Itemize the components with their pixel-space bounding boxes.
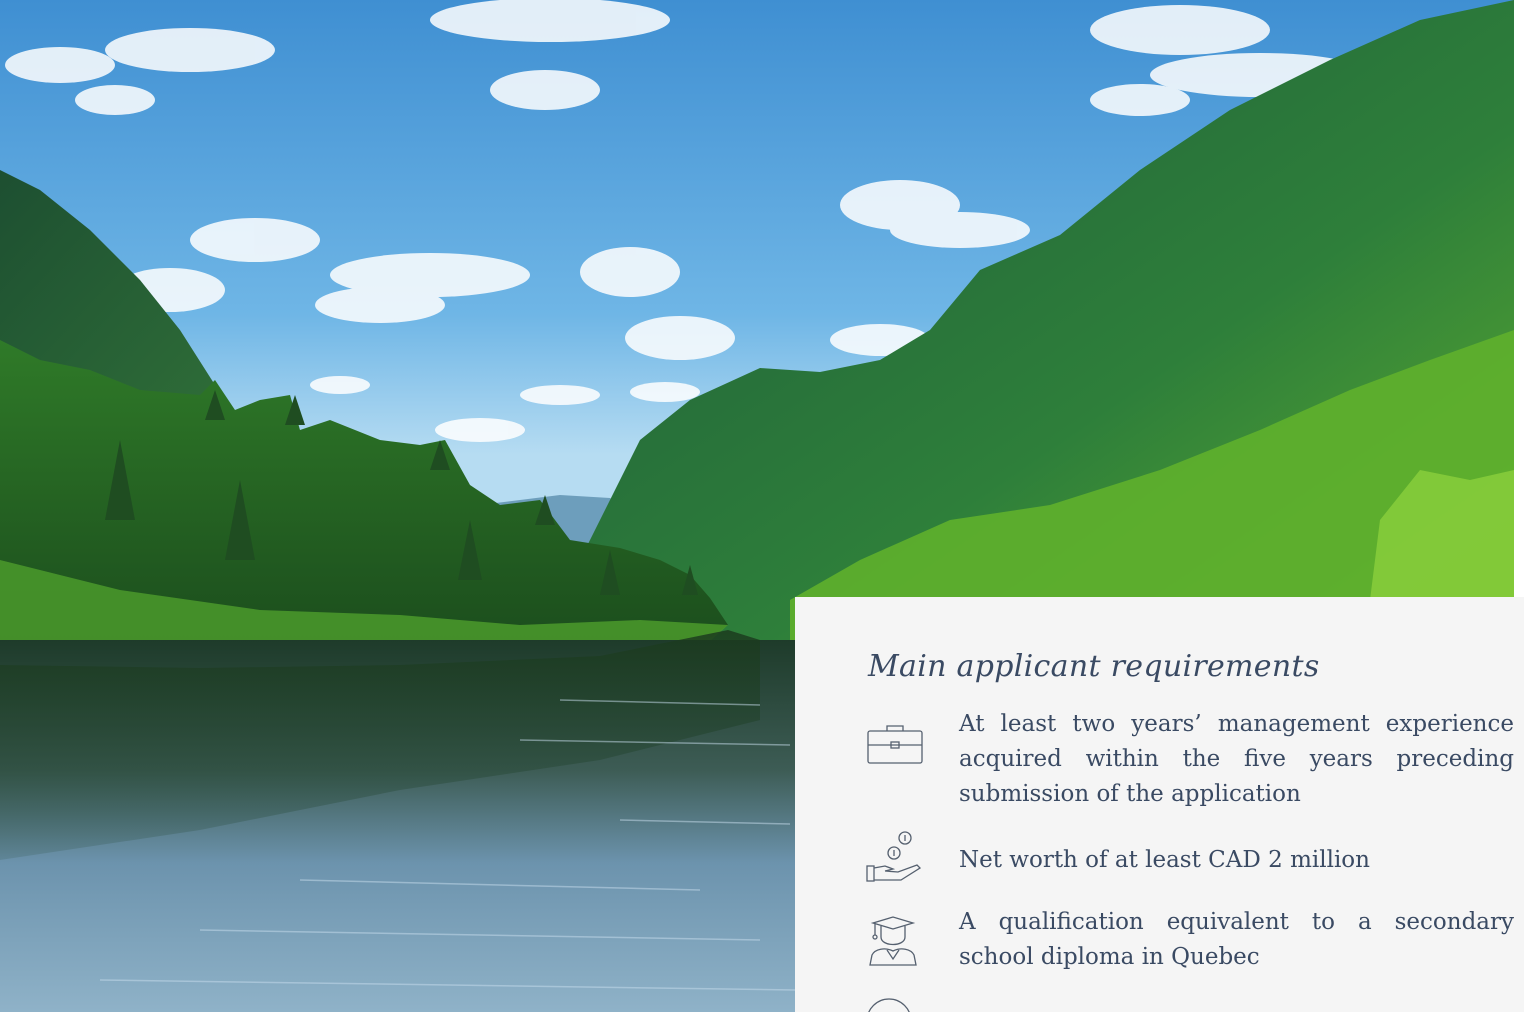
- requirements-panel: Main applicant requirements At least two…: [795, 597, 1524, 1012]
- panel-title: Main applicant requirements: [868, 649, 1320, 684]
- requirement-text: At least two years’ management experienc…: [959, 711, 1514, 807]
- circle-icon: [865, 997, 925, 1012]
- requirement-text: Net worth of at least CAD 2 million: [959, 847, 1370, 873]
- hand-coins-icon: [865, 830, 925, 884]
- briefcase-icon: [865, 715, 925, 769]
- requirement-text: A qualification equivalent to a secondar…: [959, 909, 1514, 970]
- graduate-icon: [865, 913, 925, 967]
- page: Main applicant requirements At least two…: [0, 0, 1524, 1012]
